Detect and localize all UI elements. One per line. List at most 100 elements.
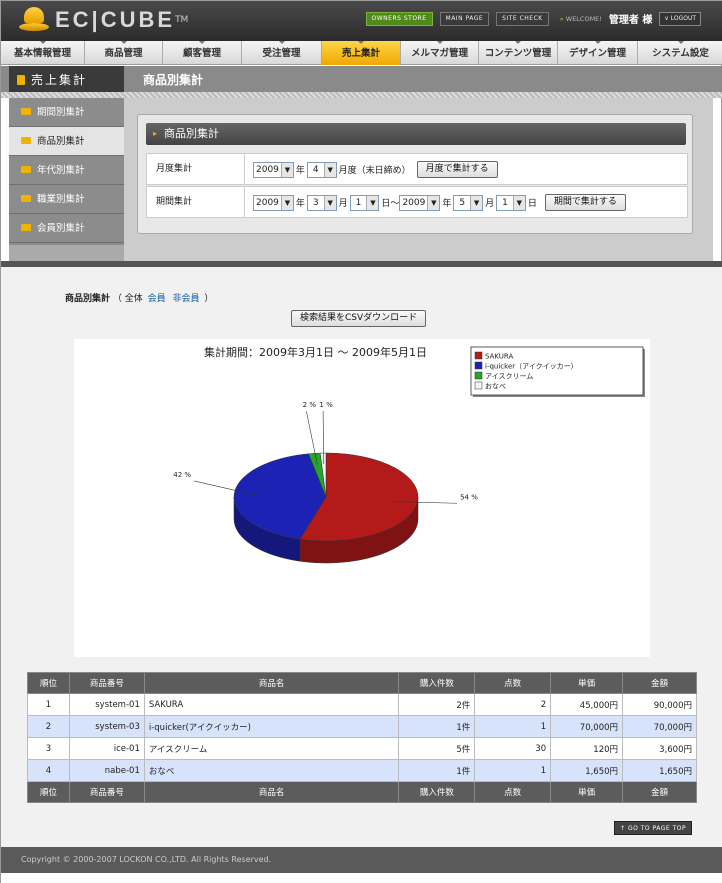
filter-nonmember-link[interactable]: 非会員 xyxy=(173,294,200,304)
pie-chart-svg: 54 % 42 % 2 % 1 % SAKURA i-quicker（アイクイッカー） アイ… xyxy=(173,346,645,564)
monthly-label: 月度集計 xyxy=(147,154,245,184)
search-box: 商品別集計 月度集計 2009▼ 年 4▼ 月度（末日締め） 月度で集計する 期… xyxy=(137,114,693,234)
cell-rank: 4 xyxy=(27,759,70,782)
cell-rank: 3 xyxy=(27,737,70,760)
cell-amount: 1,650円 xyxy=(622,759,697,782)
cell-product-code: nabe-01 xyxy=(68,759,145,782)
cell-orders: 2件 xyxy=(398,693,476,716)
table-row: 2 system-03 i-quicker(アイクイッカー) 1件 1 70,0… xyxy=(27,715,697,738)
month-unit: 月度（末日締め） xyxy=(338,166,411,176)
year-unit: 年 xyxy=(295,166,305,176)
dropdown-arrow-icon: ▼ xyxy=(512,195,525,210)
footer: Copyright © 2000-2007 LOCKON CO.,LTD. Al… xyxy=(1,847,722,873)
legend-label-3: おなべ xyxy=(485,383,506,391)
nav-orders[interactable]: 受注管理 xyxy=(242,41,322,65)
monthly-year-select[interactable]: 2009 ▼ xyxy=(253,161,294,178)
monthly-month-select[interactable]: 4 ▼ xyxy=(306,161,337,178)
csv-download-button[interactable]: 検索結果をCSVダウンロード xyxy=(291,310,427,327)
col-product-code: 商品番号 xyxy=(68,781,145,803)
cell-unit-price: 120円 xyxy=(550,737,624,760)
month-unit: 月 xyxy=(338,199,348,209)
welcome-text: » WELCOME! xyxy=(559,14,602,23)
to-month-select[interactable]: 5 ▼ xyxy=(453,194,484,211)
cell-unit-price: 1,650円 xyxy=(550,759,624,782)
owners-store-button[interactable]: OWNERS STORE xyxy=(365,11,433,26)
from-day-select[interactable]: 1 ▼ xyxy=(349,194,380,211)
monthly-row: 月度集計 2009 ▼ 年 4 ▼ 月度（末日締め） 月度で集計する xyxy=(146,153,688,185)
cell-rank: 2 xyxy=(27,715,70,738)
nav-sales-report[interactable]: 売上集計 xyxy=(322,41,401,65)
title-bar: 売上集計 商品別集計 xyxy=(1,66,722,94)
year-unit: 年 xyxy=(295,199,305,209)
pie-value-label-2: 2 % xyxy=(303,401,317,409)
legend-label-2: アイスクリーム xyxy=(485,373,533,381)
table-footer-row: 順位 商品番号 商品名 購入件数 点数 単価 金額 xyxy=(27,781,697,803)
dropdown-arrow-icon: ▼ xyxy=(323,195,336,210)
logout-button[interactable]: ∨ LOGOUT xyxy=(659,11,701,26)
memo-icon xyxy=(17,75,25,85)
to-day-select[interactable]: 1 ▼ xyxy=(496,194,526,211)
filter-member-link[interactable]: 会員 xyxy=(148,294,166,304)
result-summary: 商品別集計 （ 全体 会員 非会員 ） xyxy=(65,291,213,304)
monthly-submit-button[interactable]: 月度で集計する xyxy=(416,161,498,178)
pie-value-label-1: 42 % xyxy=(173,471,191,479)
cell-product-name: i-quicker(アイクイッカー) xyxy=(143,715,400,738)
filter-close: ） xyxy=(204,294,214,304)
filter-all: （ 全体 xyxy=(112,294,143,304)
window-frame: EC|CUBE TM OWNERS STORE MAIN PAGE SITE C… xyxy=(0,0,722,883)
cell-product-name: おなべ xyxy=(143,759,400,782)
search-box-title: 商品別集計 xyxy=(146,123,686,145)
nav-products[interactable]: 商品管理 xyxy=(85,41,163,65)
result-title: 商品別集計 xyxy=(65,294,111,304)
cell-quantity: 1 xyxy=(474,715,552,738)
page-title: 商品別集計 xyxy=(143,73,204,87)
cell-quantity: 1 xyxy=(474,759,552,782)
col-product-name: 商品名 xyxy=(143,781,400,803)
col-orders: 購入件数 xyxy=(398,781,476,803)
from-year-select[interactable]: 2009 ▼ xyxy=(253,194,294,211)
site-check-button[interactable]: SITE CHECK xyxy=(496,11,549,26)
nav-design[interactable]: デザイン管理 xyxy=(558,41,638,65)
from-month-select[interactable]: 3 ▼ xyxy=(306,194,337,211)
nav-mail-magazine[interactable]: メルマガ管理 xyxy=(401,41,479,65)
sidebar-item-job[interactable]: 職業別集計 xyxy=(9,185,124,214)
cell-amount: 70,000円 xyxy=(622,715,697,738)
nav-system[interactable]: システム設定 xyxy=(638,41,722,65)
logo-tm: TM xyxy=(175,15,189,25)
sidebar-item-product[interactable]: 商品別集計 xyxy=(9,127,124,156)
sidebar-item-age[interactable]: 年代別集計 xyxy=(9,156,124,185)
cell-rank: 1 xyxy=(27,693,70,716)
cell-orders: 1件 xyxy=(398,759,476,782)
main-page-button[interactable]: MAIN PAGE xyxy=(439,11,490,26)
cell-product-code: system-01 xyxy=(68,693,145,716)
section-title: 売上集計 xyxy=(9,66,124,94)
nav-customers[interactable]: 顧客管理 xyxy=(163,41,242,65)
nav-basic-info[interactable]: 基本情報管理 xyxy=(1,41,85,65)
page-top-button[interactable]: ↑ GO TO PAGE TOP xyxy=(614,821,693,835)
sidebar-item-member[interactable]: 会員別集計 xyxy=(9,214,124,243)
col-product-code: 商品番号 xyxy=(68,672,145,694)
cell-amount: 90,000円 xyxy=(622,693,697,716)
table-header-row: 順位 商品番号 商品名 購入件数 点数 単価 金額 xyxy=(27,672,697,694)
period-submit-button[interactable]: 期間で集計する xyxy=(544,194,626,211)
sidebar-item-period[interactable]: 期間別集計 xyxy=(9,98,124,127)
year-unit: 年 xyxy=(442,199,452,209)
main-nav: 基本情報管理 商品管理 顧客管理 受注管理 売上集計 メルマガ管理 コンテンツ管… xyxy=(1,41,722,65)
col-quantity: 点数 xyxy=(474,672,552,694)
folder-icon xyxy=(21,137,31,144)
dropdown-arrow-icon: ▼ xyxy=(280,195,293,210)
cell-unit-price: 70,000円 xyxy=(550,715,624,738)
logo-text: EC|CUBE xyxy=(55,7,176,32)
nav-contents[interactable]: コンテンツ管理 xyxy=(479,41,558,65)
legend-swatch-2 xyxy=(474,371,483,380)
period-label: 期間集計 xyxy=(147,187,245,217)
folder-icon xyxy=(21,108,31,115)
dropdown-arrow-icon: ▼ xyxy=(427,195,440,210)
to-year-select[interactable]: 2009 ▼ xyxy=(399,194,441,211)
sidebar: 期間別集計 商品別集計 年代別集計 職業別集計 会員別集計 xyxy=(9,98,124,261)
sidebar-footer xyxy=(9,245,124,261)
col-product-name: 商品名 xyxy=(143,672,400,694)
cell-orders: 1件 xyxy=(398,715,476,738)
logo[interactable]: EC|CUBE TM xyxy=(19,7,188,33)
search-area: 商品別集計 月度集計 2009▼ 年 4▼ 月度（末日締め） 月度で集計する 期… xyxy=(124,98,713,261)
